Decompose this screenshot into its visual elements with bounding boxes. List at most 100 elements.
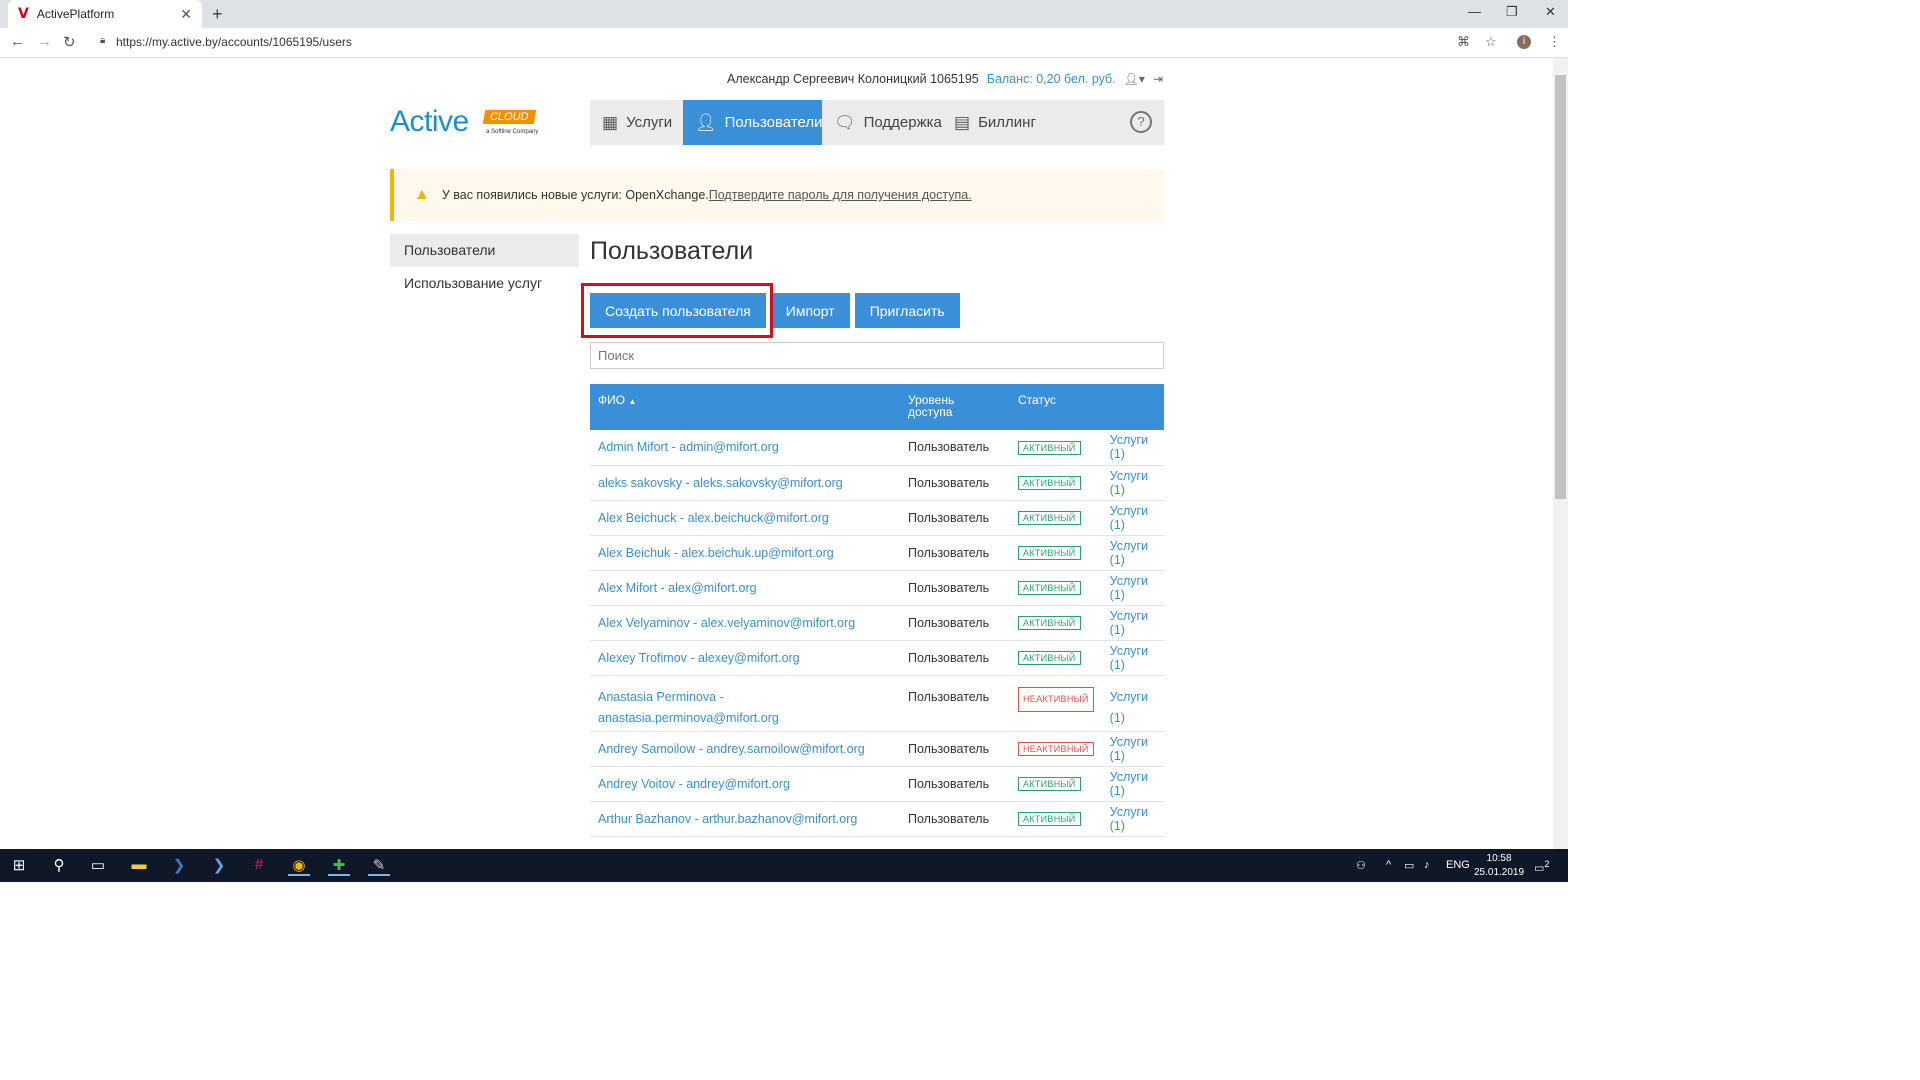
user-icon: 👤︎ [695,112,717,132]
address-bar[interactable]: https://my.active.by/accounts/1065195/us… [116,35,352,49]
powershell-icon[interactable]: ❯ [168,856,190,876]
people-icon[interactable]: ⚇ [1356,859,1366,872]
warning-icon: ▲ [414,186,430,203]
user-name-cell: Alex Velyaminov - alex.velyaminov@mifort… [590,605,900,641]
clock-date: 25.01.2019 [1474,867,1525,878]
services-link[interactable]: Услуги (1) [1110,770,1148,798]
services-link[interactable]: Услуги (1) [1110,805,1148,833]
user-name-cell: Andrey Voitov - andrey@mifort.org [590,766,900,802]
user-link[interactable]: Alex Velyaminov - alex.velyaminov@mifort… [598,616,855,630]
main-nav: ▦ Услуги 👤︎ Пользователи 🗨︎ Поддержка ▤ … [590,100,1164,145]
invite-button[interactable]: Пригласить [854,293,960,328]
user-menu-icon[interactable]: 👤︎▾ [1124,72,1145,86]
table-row: Alex Velyaminov - alex.velyaminov@mifort… [590,605,1164,641]
status-cell: АКТИВНЫЙ [1010,570,1102,606]
bookmark-star-icon[interactable]: ☆ [1485,34,1497,50]
user-link[interactable]: Alex Beichuck - alex.beichuck@mifort.org [598,511,829,525]
user-link[interactable]: Anastasia Perminova - anastasia.perminov… [598,690,779,725]
user-link[interactable]: Andrey Voitov - andrey@mifort.org [598,777,790,791]
sidebar-item-service-usage[interactable]: Использование услуг [390,267,579,300]
nav-support-label: Поддержка [863,114,942,131]
services-link[interactable]: Услуги (1) [1110,469,1148,497]
status-cell: АКТИВНЫЙ [1010,465,1102,501]
table-row: Arthur Bazhanov - arthur.bazhanov@mifort… [590,801,1164,837]
status-cell: АКТИВНЫЙ [1010,605,1102,641]
user-link[interactable]: Alex Mifort - alex@mifort.org [598,581,757,595]
search-input[interactable] [590,342,1164,369]
user-link[interactable]: Andrey Samoilow - andrey.samoilow@mifort… [598,742,865,756]
nav-users-label: Пользователи [724,114,823,131]
services-link[interactable]: Услуги (1) [1110,644,1148,672]
green-cross-app-icon[interactable]: ✚ [328,856,350,876]
slack-icon[interactable]: # [248,856,270,876]
menu-dots-icon[interactable]: ⋮ [1548,34,1561,50]
services-cell: Услуги (1) [1101,640,1164,676]
user-name-cell: Andrey Samoilow - andrey.samoilow@mifort… [590,731,900,767]
nav-services[interactable]: ▦ Услуги [590,100,683,145]
user-name-cell: Alexey Trofimov - alexey@mifort.org [590,640,900,676]
back-icon[interactable]: ← [10,33,25,50]
nav-support[interactable]: 🗨︎ Поддержка [822,100,942,145]
tray-up-icon[interactable]: ^ [1386,859,1391,871]
user-link[interactable]: Alex Beichuk - alex.beichuk.up@mifort.or… [598,546,834,560]
column-header-name[interactable]: ФИО ▲ [590,384,900,430]
forward-icon[interactable]: → [37,33,52,50]
task-view-icon[interactable]: ▭ [87,856,109,876]
windows-start-icon[interactable]: ⊞ [8,856,30,876]
access-level-cell: Пользователь [900,570,1010,606]
import-button[interactable]: Импорт [770,293,850,328]
volume-icon[interactable]: ♪ [1424,859,1430,871]
restore-icon[interactable]: ❐ [1506,4,1518,20]
nav-users[interactable]: 👤︎ Пользователи [683,100,823,145]
services-cell: Услуги (1) [1101,766,1164,802]
nav-billing[interactable]: ▤ Биллинг [942,100,1047,145]
help-icon[interactable]: ? [1130,111,1152,133]
services-cell: Услуги (1) [1101,731,1164,767]
services-link[interactable]: Услуги (1) [1110,609,1148,637]
user-link[interactable]: aleks sakovsky - aleks.sakovsky@mifort.o… [598,476,843,490]
clock[interactable]: 10:58 25.01.2019 [1474,852,1524,880]
activecloud-logo[interactable]: Active CLOUD a Softline Company [390,105,550,141]
file-explorer-icon[interactable]: ▬ [128,856,150,876]
services-link[interactable]: Услуги (1) [1110,735,1148,763]
user-link[interactable]: Admin Mifort - admin@mifort.org [598,440,779,454]
services-link[interactable]: Услуги (1) [1110,504,1148,532]
browser-tab[interactable]: V ActivePlatform ✕ [8,0,202,28]
column-header-services [1101,384,1164,430]
user-name-cell: Alex Mifort - alex@mifort.org [590,570,900,606]
services-link[interactable]: Услуги (1) [1110,690,1148,725]
minimize-icon[interactable]: — [1468,4,1481,19]
scrollbar-thumb[interactable] [1555,75,1566,499]
search-icon[interactable]: ⚲ [48,856,70,876]
new-services-alert: ▲ У вас появились новые услуги: OpenXcha… [390,169,1164,221]
reload-icon[interactable]: ↻ [63,33,76,51]
translate-icon[interactable]: ⌘ [1457,34,1470,50]
user-link[interactable]: Arthur Bazhanov - arthur.bazhanov@mifort… [598,812,857,826]
balance-link[interactable]: Баланс: 0,20 бел. руб. [987,72,1116,86]
network-icon[interactable]: ▭ [1404,859,1414,872]
logout-icon[interactable]: ⇥ [1153,72,1163,86]
services-cell: Услуги (1) [1101,500,1164,536]
input-language[interactable]: ENG [1446,859,1470,871]
chrome-icon[interactable]: ◉ [288,856,310,876]
close-tab-icon[interactable]: ✕ [180,6,192,23]
window-close-icon[interactable]: ✕ [1545,4,1556,20]
access-level-cell: Пользователь [900,675,1010,732]
confirm-password-link[interactable]: Подтвердите пароль для получения доступа… [709,188,972,202]
column-header-access: Уровень доступа [900,384,1010,430]
terminal-icon[interactable]: ❯ [208,856,230,876]
new-tab-icon[interactable]: + [212,4,223,25]
services-link[interactable]: Услуги (1) [1110,433,1148,461]
profile-avatar-icon[interactable]: i [1517,35,1531,49]
page-scrollbar[interactable] [1553,58,1568,849]
paint-app-icon[interactable]: ✎ [368,856,390,876]
sidebar-item-users[interactable]: Пользователи [390,234,579,267]
user-link[interactable]: Alexey Trofimov - alexey@mifort.org [598,651,800,665]
table-row: Anastasia Perminova - anastasia.perminov… [590,675,1164,732]
notifications-count: 2 [1544,859,1550,869]
services-link[interactable]: Услуги (1) [1110,539,1148,567]
status-badge: АКТИВНЫЙ [1018,511,1081,525]
notifications-icon[interactable]: ▭2 [1534,859,1550,875]
alert-text: У вас появились новые услуги: OpenXchang… [441,188,709,202]
services-link[interactable]: Услуги (1) [1110,574,1148,602]
